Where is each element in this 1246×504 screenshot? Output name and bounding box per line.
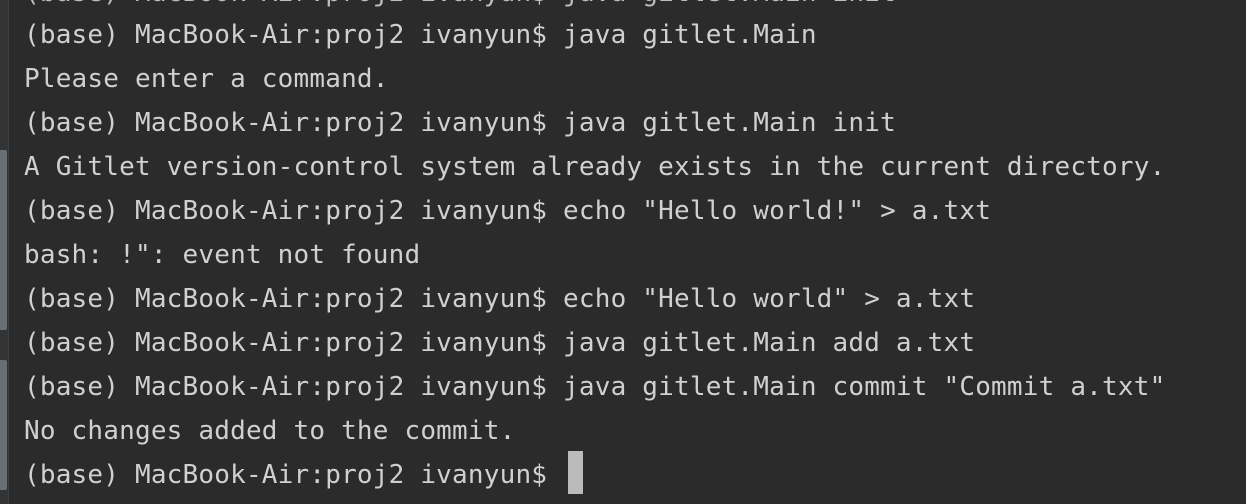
terminal-cursor [568, 451, 583, 494]
terminal-line-partial: (base) MacBook-Air:proj2 ivanyun$ java g… [24, 0, 896, 8]
structure-tool-tab[interactable] [0, 360, 7, 490]
terminal-line-1: (base) MacBook-Air:proj2 ivanyun$ java g… [24, 20, 817, 50]
bookmarks-tool-tab[interactable] [0, 150, 7, 330]
terminal-output[interactable]: (base) MacBook-Air:proj2 ivanyun$ java g… [24, 0, 1246, 504]
terminal-line-8: (base) MacBook-Air:proj2 ivanyun$ java g… [24, 328, 976, 358]
terminal-line-10: No changes added to the commit. [24, 416, 516, 446]
terminal-line-4: A Gitlet version-control system already … [24, 152, 1166, 182]
terminal-line-5: (base) MacBook-Air:proj2 ivanyun$ echo "… [24, 196, 992, 226]
terminal-line-7: (base) MacBook-Air:proj2 ivanyun$ echo "… [24, 284, 976, 314]
terminal-line-2: Please enter a command. [24, 64, 389, 94]
left-tool-strip [0, 0, 9, 504]
terminal-prompt-line: (base) MacBook-Air:proj2 ivanyun$ [24, 460, 564, 490]
terminal-line-3: (base) MacBook-Air:proj2 ivanyun$ java g… [24, 108, 896, 138]
terminal-line-9: (base) MacBook-Air:proj2 ivanyun$ java g… [24, 372, 1166, 402]
terminal-line-6: bash: !": event not found [24, 240, 421, 270]
